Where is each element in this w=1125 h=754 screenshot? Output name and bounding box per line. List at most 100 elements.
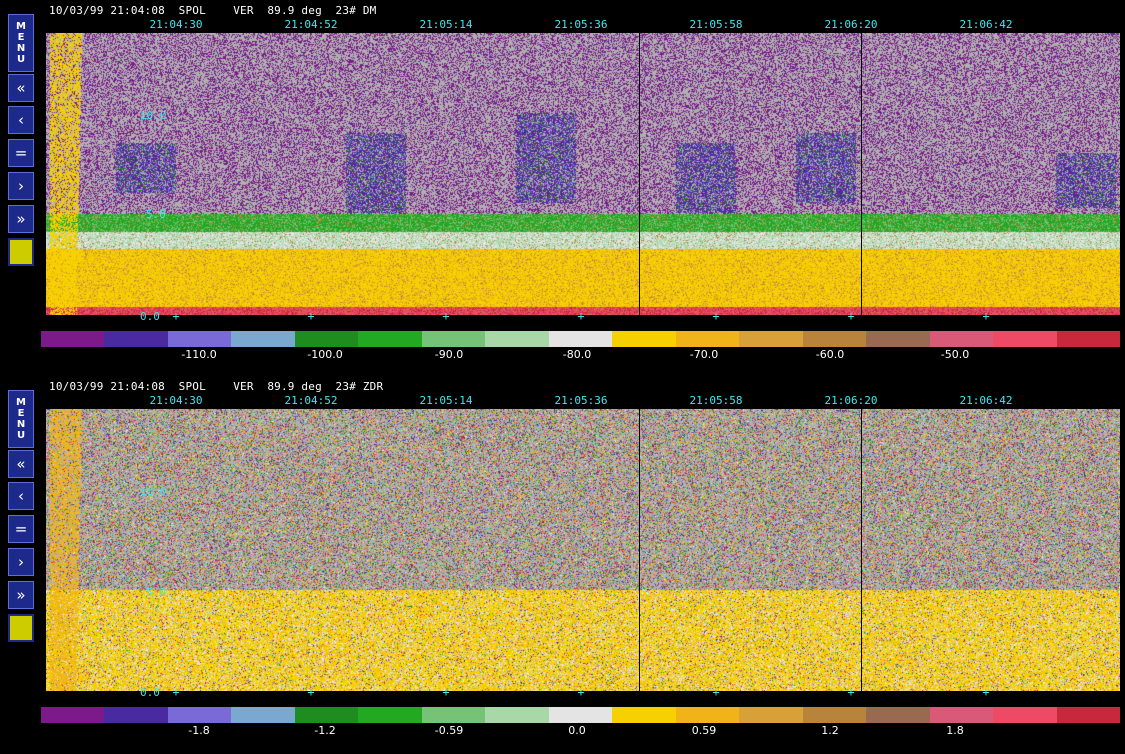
color-swatch	[612, 331, 676, 347]
radar-plot-zdr[interactable]: 10.0 5.0	[46, 409, 1120, 691]
color-swatch	[675, 331, 740, 347]
tick-mark: +	[307, 685, 315, 699]
scale-label: -90.0	[434, 348, 464, 361]
tick-mark: +	[577, 685, 585, 699]
color-swatch-button[interactable]	[8, 614, 34, 642]
menu-letter: E	[17, 408, 25, 419]
altitude-label: 10.0	[140, 485, 167, 498]
time-label: 21:05:36	[554, 394, 608, 407]
back-button[interactable]: ‹	[8, 482, 34, 510]
forward-icon: ›	[18, 553, 24, 571]
scale-label: -60.0	[815, 348, 845, 361]
radar-image	[46, 409, 1120, 691]
forward-button[interactable]: ›	[8, 548, 34, 576]
panel-header: 10/03/99 21:04:08 SPOL VER 89.9 deg 23# …	[49, 380, 384, 393]
time-label: 21:04:52	[284, 18, 338, 31]
scale-label: -80.0	[562, 348, 592, 361]
stop-icon: =	[14, 520, 28, 538]
time-label: 21:05:14	[419, 18, 473, 31]
time-label: 21:06:42	[959, 394, 1013, 407]
color-swatch	[739, 331, 803, 347]
zero-label: 0.0	[140, 686, 160, 699]
color-swatch-button[interactable]	[8, 238, 34, 266]
color-scale	[41, 707, 1120, 723]
stop-icon: =	[14, 144, 28, 162]
color-swatch	[41, 331, 105, 347]
color-swatch	[1056, 707, 1120, 723]
color-swatch	[231, 707, 295, 723]
fast-back-button[interactable]: «	[8, 450, 34, 478]
scale-label: -110.0	[181, 348, 217, 361]
altitude-label: 5.0	[146, 586, 166, 599]
radar-plot-dm[interactable]: 10.0 5.0	[46, 33, 1120, 315]
time-label: 21:05:14	[419, 394, 473, 407]
time-label: 21:05:36	[554, 18, 608, 31]
scale-label: 1.2	[821, 724, 839, 737]
scale-label: -1.8	[188, 724, 210, 737]
back-button[interactable]: ‹	[8, 106, 34, 134]
fast-back-icon: «	[16, 79, 26, 97]
color-swatch	[167, 331, 232, 347]
scale-label: -70.0	[689, 348, 719, 361]
color-swatch	[929, 707, 994, 723]
fast-forward-button[interactable]: »	[8, 581, 34, 609]
menu-letter: U	[16, 54, 26, 65]
color-swatch	[612, 707, 676, 723]
scale-label: -0.59	[434, 724, 464, 737]
tick-mark: +	[712, 685, 720, 699]
menu-letter: M	[16, 397, 26, 408]
time-marker-line	[639, 409, 640, 691]
stop-button[interactable]: =	[8, 139, 34, 167]
menu-letter: U	[16, 430, 26, 441]
tick-mark: +	[442, 685, 450, 699]
color-scale	[41, 331, 1120, 347]
tick-mark: +	[982, 685, 990, 699]
time-label: 21:06:42	[959, 18, 1013, 31]
color-swatch	[866, 331, 930, 347]
tick-mark: +	[982, 309, 990, 323]
menu-button[interactable]: M E N U	[8, 14, 34, 72]
fast-forward-button[interactable]: »	[8, 205, 34, 233]
color-swatch	[294, 331, 359, 347]
menu-button[interactable]: M E N U	[8, 390, 34, 448]
color-swatch	[167, 707, 232, 723]
x-axis: 0.0 + + + + + + +	[46, 309, 1120, 329]
back-icon: ‹	[18, 487, 24, 505]
forward-button[interactable]: ›	[8, 172, 34, 200]
time-axis: 21:04:30 21:04:52 21:05:14 21:05:36 21:0…	[0, 394, 1125, 408]
panel-zdr: 10/03/99 21:04:08 SPOL VER 89.9 deg 23# …	[0, 376, 1125, 753]
forward-icon: ›	[18, 177, 24, 195]
altitude-label: 5.0	[146, 208, 166, 221]
fast-back-icon: «	[16, 455, 26, 473]
tick-mark: +	[847, 685, 855, 699]
color-swatch	[358, 331, 422, 347]
color-swatch	[231, 331, 295, 347]
scale-label: 0.0	[568, 724, 586, 737]
altitude-label: 10.0	[140, 109, 167, 122]
stop-button[interactable]: =	[8, 515, 34, 543]
menu-letter: N	[16, 43, 26, 54]
fast-back-button[interactable]: «	[8, 74, 34, 102]
color-swatch	[358, 707, 422, 723]
tick-mark: +	[577, 309, 585, 323]
radar-image	[46, 33, 1120, 315]
tick-mark: +	[307, 309, 315, 323]
time-marker-line	[639, 33, 640, 315]
tick-mark: +	[847, 309, 855, 323]
tick-mark: +	[712, 309, 720, 323]
x-axis: 0.0 + + + + + + +	[46, 685, 1120, 705]
color-swatch	[104, 331, 168, 347]
time-label: 21:05:58	[689, 394, 743, 407]
menu-letter: N	[16, 419, 26, 430]
color-swatch	[485, 707, 549, 723]
color-swatch	[485, 331, 549, 347]
panel-dm: 10/03/99 21:04:08 SPOL VER 89.9 deg 23# …	[0, 0, 1125, 377]
color-scale-labels: -1.8 -1.2 -0.59 0.0 0.59 1.2 1.8	[41, 724, 1120, 738]
tick-mark: +	[172, 309, 180, 323]
color-swatch	[739, 707, 803, 723]
zero-label: 0.0	[140, 310, 160, 323]
back-icon: ‹	[18, 111, 24, 129]
time-label: 21:04:30	[149, 18, 203, 31]
time-marker-line	[861, 33, 862, 315]
time-label: 21:06:20	[824, 18, 878, 31]
